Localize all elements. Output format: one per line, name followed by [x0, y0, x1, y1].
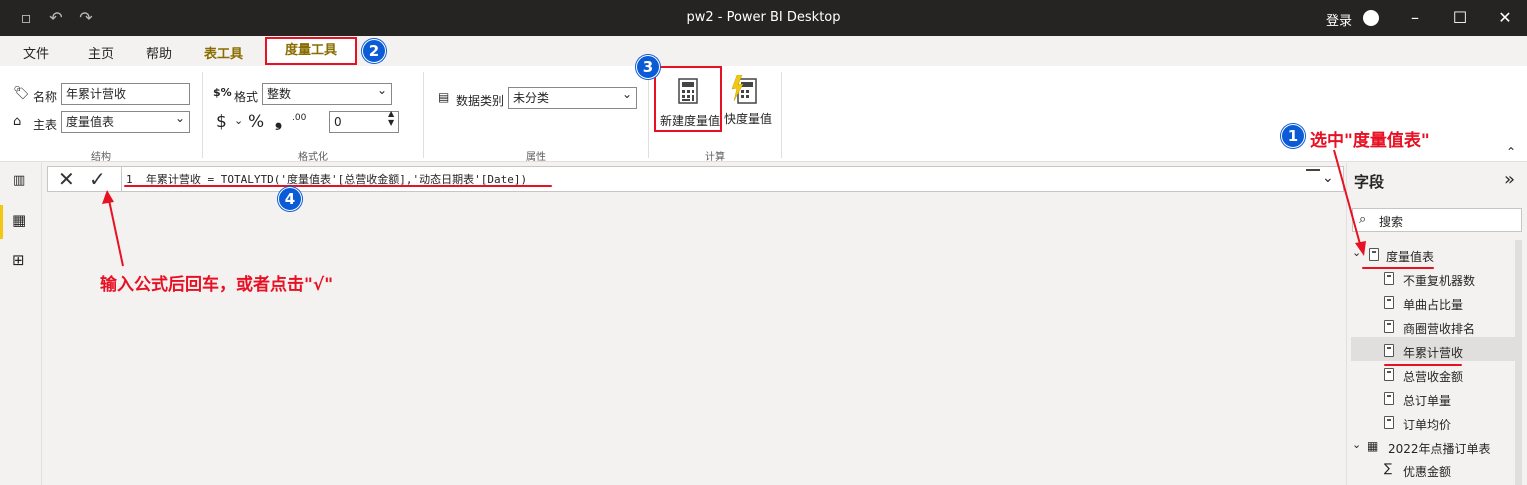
annotation-arrow-to-table: [1333, 149, 1366, 256]
decimal-button[interactable]: .00: [292, 113, 306, 123]
comma-button[interactable]: ❟: [275, 110, 282, 131]
field-item[interactable]: 优惠金额: [1403, 463, 1451, 480]
measure-icon: [1384, 344, 1394, 357]
fields-search-box[interactable]: ⌕ 搜索: [1352, 208, 1522, 232]
ribbon-divider: [648, 72, 649, 158]
home-icon: ⌂: [13, 114, 22, 129]
cancel-icon[interactable]: ✕: [58, 167, 75, 191]
chevron-down-icon[interactable]: ⌄: [1352, 438, 1361, 451]
close-icon[interactable]: ✕: [1495, 8, 1515, 28]
tab-table-tools[interactable]: 表工具: [204, 43, 243, 62]
tab-measure-tools[interactable]: 度量工具: [265, 37, 357, 65]
commit-check-icon[interactable]: ✓: [89, 167, 106, 191]
tab-help[interactable]: 帮助: [146, 43, 172, 62]
chevron-down-icon[interactable]: ⌄: [234, 114, 243, 127]
group-properties-label: 属性: [526, 152, 546, 163]
quick-measure-label: 快度量值: [724, 112, 773, 126]
quick-measure-button[interactable]: 快度量值: [722, 70, 774, 130]
data-category-label: 数据类别: [456, 94, 505, 108]
home-table-select[interactable]: 度量值表: [61, 110, 190, 133]
tab-file[interactable]: 文件: [23, 43, 49, 62]
field-item[interactable]: 不重复机器数: [1403, 272, 1475, 289]
group-calc-label: 计算: [705, 152, 725, 163]
fields-scrollbar[interactable]: [1515, 240, 1522, 485]
currency-button[interactable]: $: [216, 112, 227, 132]
measure-icon: [1384, 416, 1394, 429]
measure-icon: [1384, 296, 1394, 309]
data-category-icon: ▤: [438, 90, 450, 104]
group-structure-label: 结构: [91, 152, 111, 163]
collapse-ribbon-icon[interactable]: ⌃: [1506, 145, 1516, 159]
menu-bar: 文件 主页 帮助 表工具 度量工具 2: [0, 36, 1527, 66]
measure-icon: [1384, 272, 1394, 285]
percent-button[interactable]: %: [248, 112, 264, 132]
data-category-select[interactable]: 未分类: [508, 86, 637, 109]
login-link[interactable]: 登录: [1326, 10, 1352, 29]
format-select[interactable]: 整数: [262, 82, 392, 105]
measure-icon: [1384, 368, 1394, 381]
name-label: 名称: [33, 90, 58, 104]
stepper-icon[interactable]: ▲ ▼: [388, 109, 394, 127]
annotation-badge-4: 4: [278, 187, 302, 211]
annotation-badge-2: 2: [362, 39, 386, 63]
tag-icon: 🏷: [13, 86, 30, 101]
annotation-arrow-to-check: [102, 190, 124, 267]
ribbon-divider: [202, 72, 203, 158]
home-table-label: 主表: [33, 118, 58, 132]
sigma-icon: ∑: [1384, 461, 1393, 475]
measure-icon: [1384, 392, 1394, 405]
fields-table-orders[interactable]: 2022年点播订单表: [1388, 440, 1491, 457]
field-item[interactable]: 订单均价: [1403, 416, 1451, 433]
table-view-icon[interactable]: ▦: [12, 211, 26, 229]
field-item[interactable]: 总订单量: [1403, 392, 1451, 409]
fields-search-placeholder: 搜索: [1379, 215, 1404, 229]
tab-home[interactable]: 主页: [88, 43, 114, 62]
format-icon: $%: [213, 86, 232, 99]
new-measure-label: 新建度量值: [660, 114, 721, 128]
formula-underline: [124, 185, 552, 187]
avatar[interactable]: [1363, 10, 1379, 26]
new-measure-button[interactable]: 新建度量值: [654, 66, 722, 132]
minimize-icon[interactable]: –: [1405, 8, 1425, 28]
table-calculator-icon: [1369, 248, 1379, 261]
table-icon: ▦: [1367, 439, 1379, 453]
measure-icon: [1384, 320, 1394, 333]
window-title: pw2 - Power BI Desktop: [686, 10, 841, 25]
quick-calculator-icon: [731, 75, 757, 104]
annotation-note-enter: 输入公式后回车，或者点击"√": [100, 275, 334, 295]
field-item[interactable]: 单曲占比量: [1403, 296, 1463, 313]
selected-measure-underline: [1384, 364, 1462, 366]
calculator-icon: [678, 78, 698, 104]
report-view-icon[interactable]: ▥: [13, 173, 25, 188]
field-item[interactable]: 商圈营收排名: [1403, 320, 1475, 337]
formula-divider: [121, 167, 122, 191]
format-label: 格式: [234, 90, 259, 104]
ribbon-divider: [781, 72, 782, 158]
view-rail: ▥ ▦ ⊞: [0, 163, 42, 485]
formula-scroll-indicator: [1306, 169, 1320, 171]
ribbon-divider: [423, 72, 424, 158]
title-bar: ▫ ↶ ↷ pw2 - Power BI Desktop 登录 – ☐ ✕: [0, 0, 1527, 36]
annotation-badge-3: 3: [636, 55, 660, 79]
table-underline: [1362, 267, 1434, 269]
annotation-badge-1: 1: [1281, 124, 1305, 148]
field-item-selected[interactable]: 年累计营收: [1403, 344, 1463, 361]
fields-table-measures[interactable]: 度量值表: [1386, 248, 1434, 265]
active-view-indicator: [0, 205, 3, 239]
maximize-icon[interactable]: ☐: [1450, 8, 1470, 28]
group-format-label: 格式化: [298, 152, 328, 163]
collapse-pane-icon[interactable]: »: [1504, 169, 1515, 190]
field-item[interactable]: 总营收金额: [1403, 368, 1463, 385]
model-view-icon[interactable]: ⊞: [12, 251, 25, 269]
name-input[interactable]: 年累计营收: [61, 83, 190, 105]
